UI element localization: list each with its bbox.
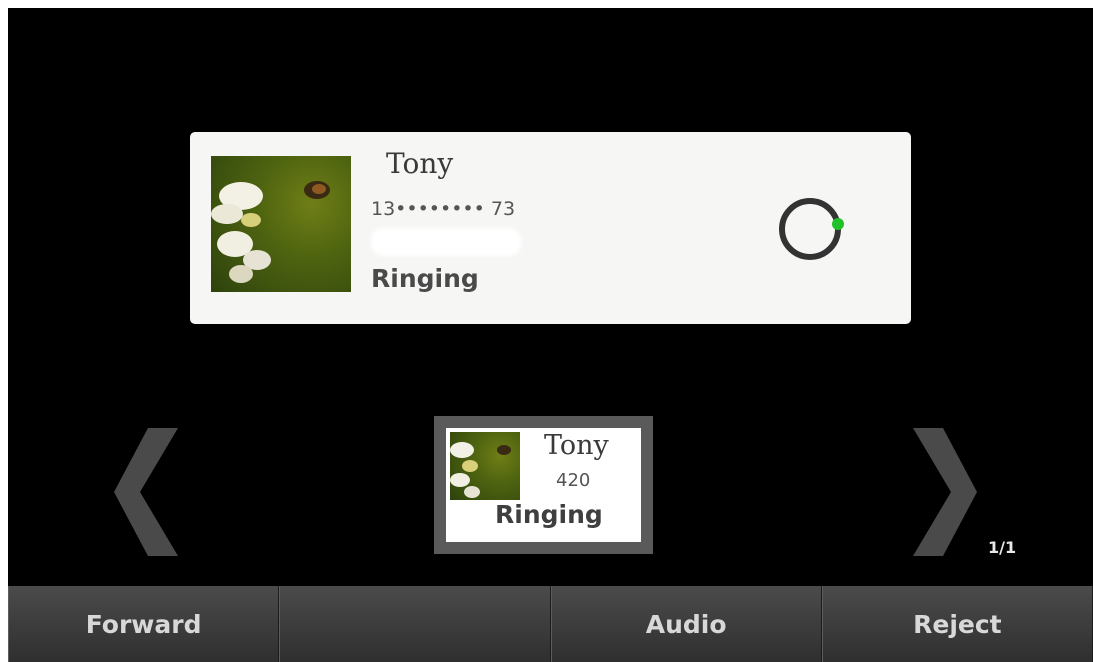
active-call-card[interactable]: Tony 13•••••••• 73 Ringing: [190, 132, 911, 324]
empty-softkey[interactable]: [279, 586, 551, 662]
caller-name: Tony: [386, 147, 454, 180]
reject-button[interactable]: Reject: [821, 586, 1093, 662]
softkey-bar: Forward Audio Reject: [8, 586, 1093, 662]
thumbnail-status: Ringing: [495, 500, 603, 529]
thumbnail-body: Tony 420 Ringing: [446, 428, 641, 542]
chevron-left-icon[interactable]: [108, 428, 178, 556]
call-status: Ringing: [371, 264, 479, 293]
phone-screen: Tony 13•••••••• 73 Ringing Tony 420 Ring…: [8, 8, 1093, 662]
thumbnail-name: Tony: [544, 430, 609, 461]
thumbnail-avatar: [450, 432, 520, 500]
forward-button[interactable]: Forward: [8, 586, 280, 662]
chevron-right-icon[interactable]: [913, 428, 983, 556]
ringing-spinner-icon: [775, 194, 845, 264]
page-indicator: 1/1: [988, 538, 1017, 557]
caller-avatar: [211, 156, 351, 292]
thumbnail-number: 420: [556, 470, 591, 491]
caller-number: 13•••••••• 73: [371, 198, 516, 220]
audio-button[interactable]: Audio: [550, 586, 822, 662]
call-thumbnail[interactable]: Tony 420 Ringing: [434, 416, 653, 554]
redacted-field: [371, 228, 521, 256]
